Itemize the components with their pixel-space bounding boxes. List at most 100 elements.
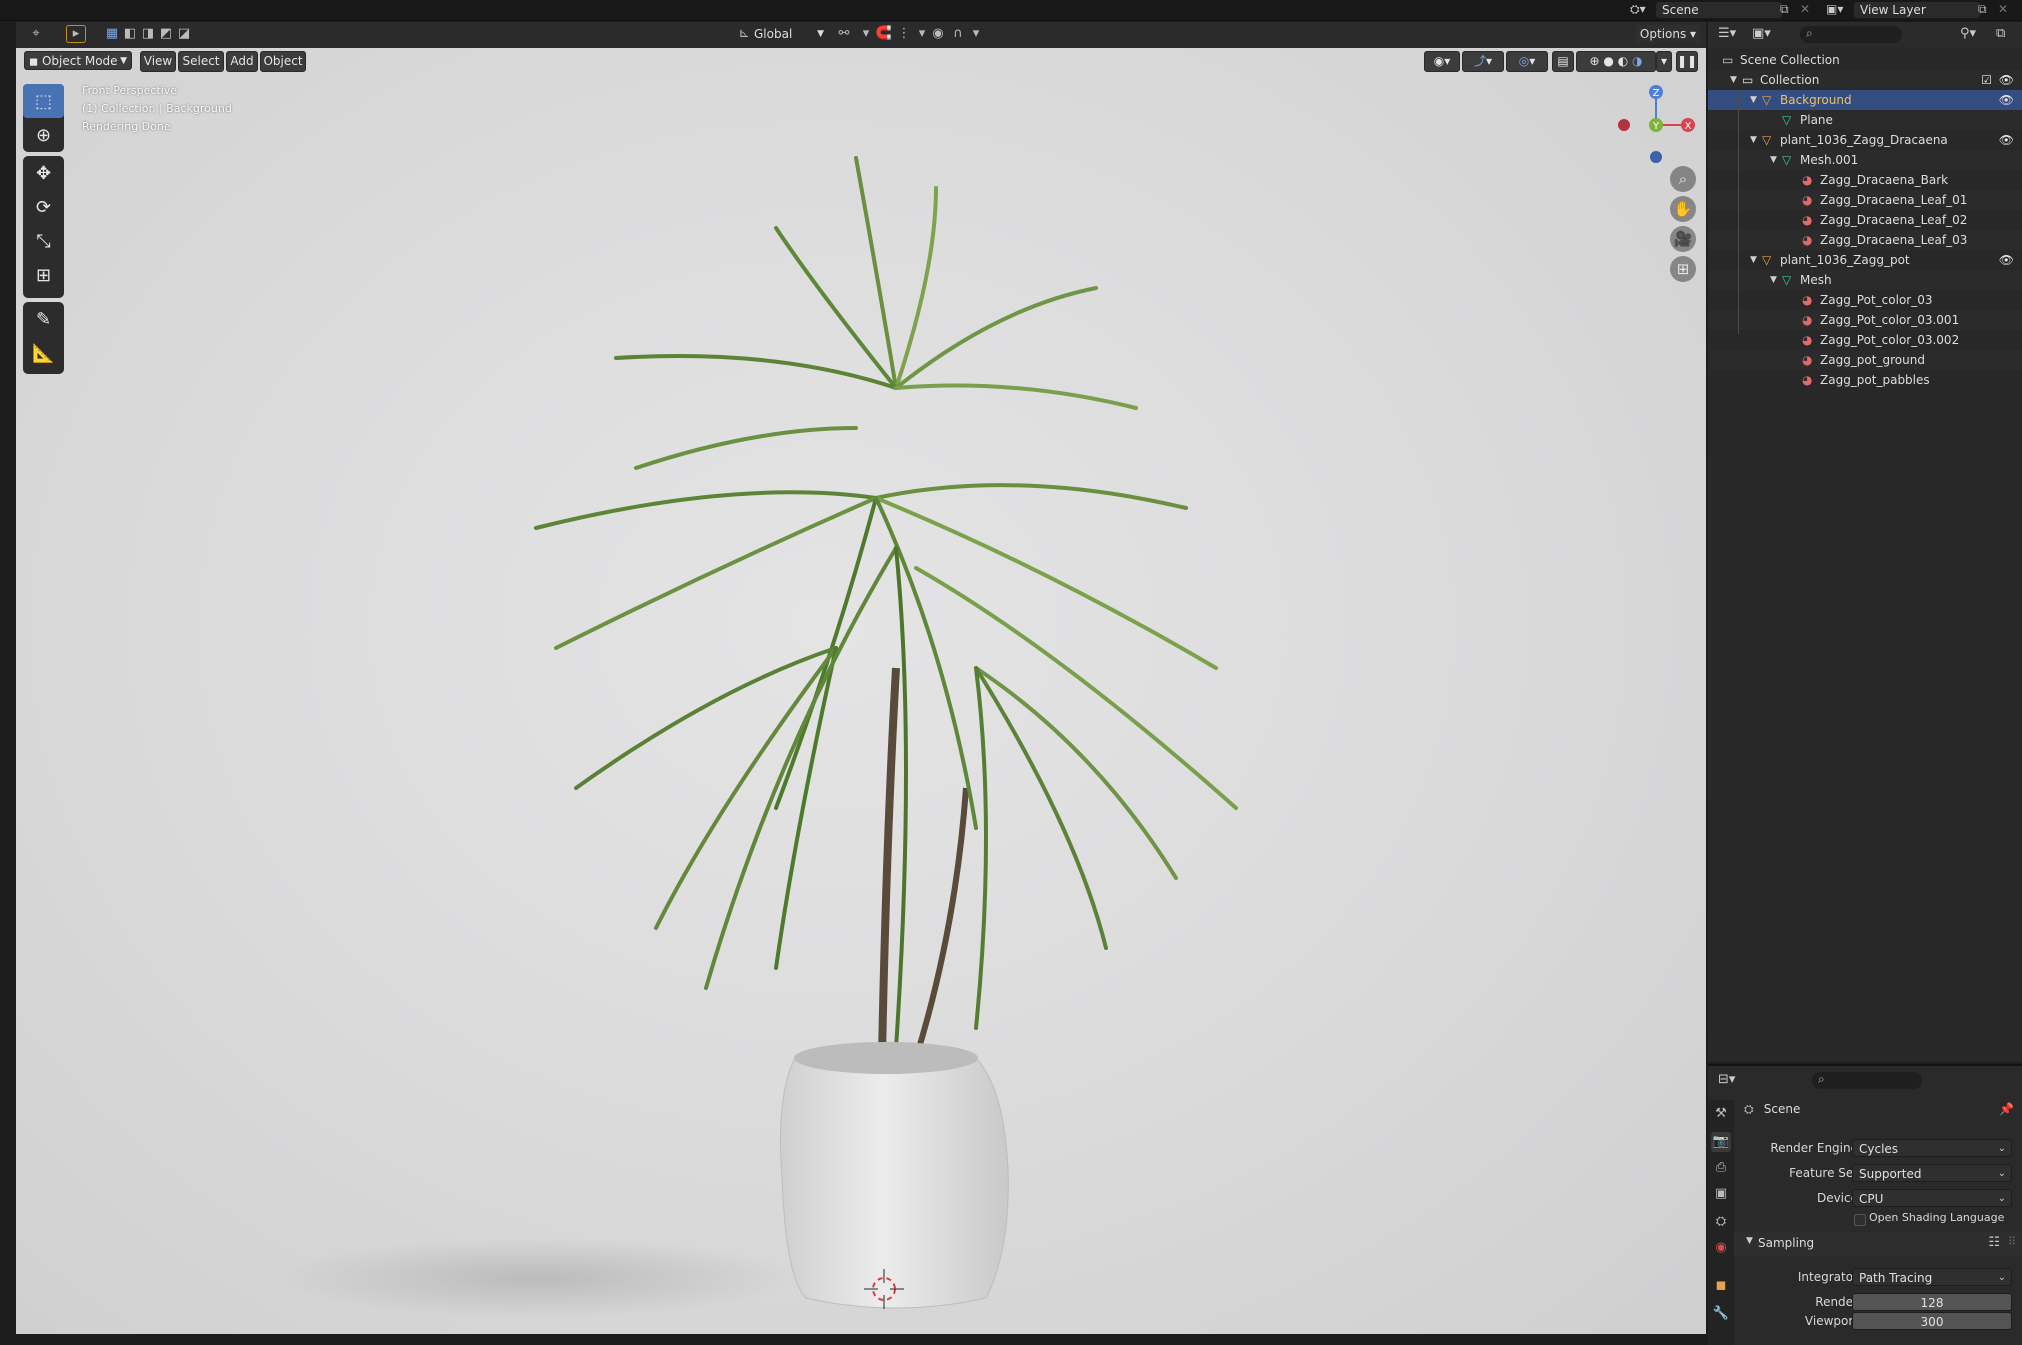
outliner-row[interactable]: ◕ Zagg_pot_ground (1708, 350, 2022, 370)
outliner-row[interactable]: ◕ Zagg_Pot_color_03 (1708, 290, 2022, 310)
drag-handle-icon[interactable]: ⠿ (2008, 1235, 2016, 1248)
outliner-row-label: Background (1780, 93, 1852, 107)
outliner-row-label: Zagg_Pot_color_03.002 (1820, 333, 1960, 347)
filter-icon[interactable]: ⚲▾ (1960, 26, 1976, 41)
render-samples-field[interactable]: 128 (1852, 1293, 2012, 1311)
feature-set-dropdown[interactable]: Supported ⌄ (1852, 1164, 2012, 1182)
render-engine-dropdown[interactable]: Cycles ⌄ (1852, 1139, 2012, 1157)
view-layer-field[interactable]: View Layer (1854, 2, 1980, 18)
integrator-label: Integrator (1797, 1270, 1858, 1284)
outliner-row-label: Zagg_Dracaena_Leaf_01 (1820, 193, 1968, 207)
presets-list-icon[interactable]: ☷ (1988, 1235, 2000, 1250)
viewport-samples-field[interactable]: 300 (1852, 1312, 2012, 1330)
view-layer-selector-icon[interactable]: ▣▾ (1826, 2, 1843, 16)
new-collection-icon[interactable]: ⧉ (1996, 26, 2005, 41)
new-scene-icon[interactable]: ⧉ (1780, 2, 1789, 17)
select-mode-difference-icon[interactable]: ◩ (156, 25, 176, 43)
material-icon: ◕ (1802, 293, 1813, 307)
eye-icon[interactable]: 👁 (1999, 90, 2014, 110)
expand-toggle-icon[interactable]: ▼ (1750, 250, 1757, 270)
options-dropdown[interactable]: Options ▾ (1636, 25, 1700, 43)
outliner-row-label: Zagg_pot_pabbles (1820, 373, 1930, 387)
outliner-row[interactable]: ◕ Zagg_Dracaena_Leaf_02 (1708, 210, 2022, 230)
select-mode-extend-icon[interactable]: ◧ (120, 25, 140, 43)
outliner-row-label: Scene Collection (1740, 53, 1840, 67)
pivot-point-icon[interactable]: ⚯ (834, 25, 854, 43)
scene-selector-icon[interactable]: ⛭▾ (1630, 2, 1646, 17)
material-icon: ◕ (1802, 353, 1813, 367)
scene-field[interactable]: Scene (1656, 2, 1782, 18)
new-view-layer-icon[interactable]: ⧉ (1978, 2, 1987, 17)
editor-type-icon[interactable]: ⌖ (26, 25, 46, 43)
outliner-row[interactable]: ◕ Zagg_Pot_color_03.001 (1708, 310, 2022, 330)
device-value: CPU (1859, 1192, 1884, 1206)
options-label: Options (1639, 27, 1687, 41)
scene-collection-icon: ▭ (1722, 53, 1734, 67)
outliner-row-label: Zagg_Dracaena_Bark (1820, 173, 1949, 187)
object-icon: ▽ (1762, 93, 1772, 107)
snap-target-icon[interactable]: ⋮ (894, 25, 914, 43)
outliner-search-input[interactable]: ⌕ (1800, 26, 1902, 43)
expand-toggle-icon[interactable]: ▼ (1730, 70, 1737, 90)
object-icon: ▽ (1762, 133, 1772, 147)
outliner-row[interactable]: ▼ ▽ Background 👁 (1708, 90, 2022, 110)
mesh-icon: ▽ (1782, 273, 1792, 287)
osl-checkbox[interactable] (1854, 1214, 1866, 1226)
outliner-row[interactable]: ◕ Zagg_pot_pabbles (1708, 370, 2022, 390)
3d-viewport[interactable]: ◼ Object Mode ▼ View Select Add Object ◉… (16, 48, 1706, 1334)
falloff-icon[interactable]: ∩ (948, 25, 968, 43)
delete-scene-icon[interactable]: ✕ (1800, 2, 1810, 16)
select-mode-subtract-icon[interactable]: ◨ (138, 25, 158, 43)
select-tool-icon[interactable]: ▸ (66, 25, 86, 43)
search-icon: ⌕ (1806, 26, 1813, 40)
sampling-panel-header[interactable]: ▼ Sampling ☷ ⠿ (1734, 1232, 2022, 1256)
transform-orientation-dropdown[interactable]: Global ▼ (754, 25, 826, 43)
chevron-down-icon: ▼ (817, 29, 824, 39)
material-icon: ◕ (1802, 173, 1813, 187)
top-bar: ⛭▾ Scene ⧉ ✕ ▣▾ View Layer ⧉ ✕ (0, 0, 2022, 21)
outliner-row[interactable]: ▼ ▽ plant_1036_Zagg_pot 👁 (1708, 250, 2022, 270)
outliner-row-label: Plane (1800, 113, 1833, 127)
transform-orientation-label: Global (754, 27, 793, 41)
expand-toggle-icon[interactable]: ▼ (1750, 130, 1757, 150)
outliner-row[interactable]: ◕ Zagg_Dracaena_Bark (1708, 170, 2022, 190)
outliner-row[interactable]: ◕ Zagg_Dracaena_Leaf_03 (1708, 230, 2022, 250)
exclude-checkbox-icon[interactable]: ☑ (1981, 70, 1992, 90)
transform-orientation-icon: ⊾ (738, 26, 750, 41)
viewport-header: ⌖ ▸ ▦ ◧ ◨ ◩ ◪ ⊾ Global ▼ ⚯ ▾ 🧲 ⋮ ▾ ◉ ∩ ▾… (16, 22, 1706, 48)
editor-type-icon[interactable]: ☰▾ (1718, 26, 1736, 41)
outliner-row[interactable]: ▼ ▭ Collection ☑ 👁 (1708, 70, 2022, 90)
select-mode-new-icon[interactable]: ▦ (102, 25, 122, 43)
expand-toggle-icon[interactable]: ▼ (1770, 270, 1777, 290)
snap-icon[interactable]: 🧲 (874, 25, 894, 43)
device-dropdown[interactable]: CPU ⌄ (1852, 1189, 2012, 1207)
outliner-row[interactable]: ▼ ▽ Mesh (1708, 270, 2022, 290)
falloff-dropdown-icon[interactable]: ▾ (966, 25, 986, 43)
outliner-row-label: Zagg_Pot_color_03 (1820, 293, 1933, 307)
device-label: Device (1816, 1191, 1858, 1205)
select-mode-intersect-icon[interactable]: ◪ (174, 25, 194, 43)
chevron-down-icon: ⌄ (1997, 1168, 2006, 1179)
outliner-row[interactable]: ▭ Scene Collection (1708, 50, 2022, 70)
outliner-row[interactable]: ▼ ▽ plant_1036_Zagg_Dracaena 👁 (1708, 130, 2022, 150)
render-engine-label: Render Engine (1770, 1141, 1858, 1155)
eye-icon[interactable]: 👁 (1999, 70, 2014, 90)
expand-toggle-icon[interactable]: ▼ (1770, 150, 1777, 170)
pivot-dropdown-icon[interactable]: ▾ (856, 25, 876, 43)
chevron-down-icon: ⌄ (1997, 1143, 2006, 1154)
outliner-row-label: plant_1036_Zagg_Dracaena (1780, 133, 1948, 147)
outliner-row-label: Mesh (1800, 273, 1832, 287)
outliner-row[interactable]: ◕ Zagg_Pot_color_03.002 (1708, 330, 2022, 350)
eye-icon[interactable]: 👁 (1999, 250, 2014, 270)
material-icon: ◕ (1802, 333, 1813, 347)
expand-toggle-icon[interactable]: ▼ (1750, 90, 1757, 110)
display-mode-icon[interactable]: ▣▾ (1752, 26, 1771, 41)
outliner-row[interactable]: ◕ Zagg_Dracaena_Leaf_01 (1708, 190, 2022, 210)
outliner-row[interactable]: ▼ ▽ Mesh.001 (1708, 150, 2022, 170)
integrator-dropdown[interactable]: Path Tracing ⌄ (1852, 1268, 2012, 1286)
feature-set-label: Feature Set (1789, 1166, 1858, 1180)
proportional-edit-icon[interactable]: ◉ (928, 25, 948, 43)
eye-icon[interactable]: 👁 (1999, 130, 2014, 150)
outliner-row[interactable]: ▽ Plane (1708, 110, 2022, 130)
delete-view-layer-icon[interactable]: ✕ (1998, 2, 2008, 16)
